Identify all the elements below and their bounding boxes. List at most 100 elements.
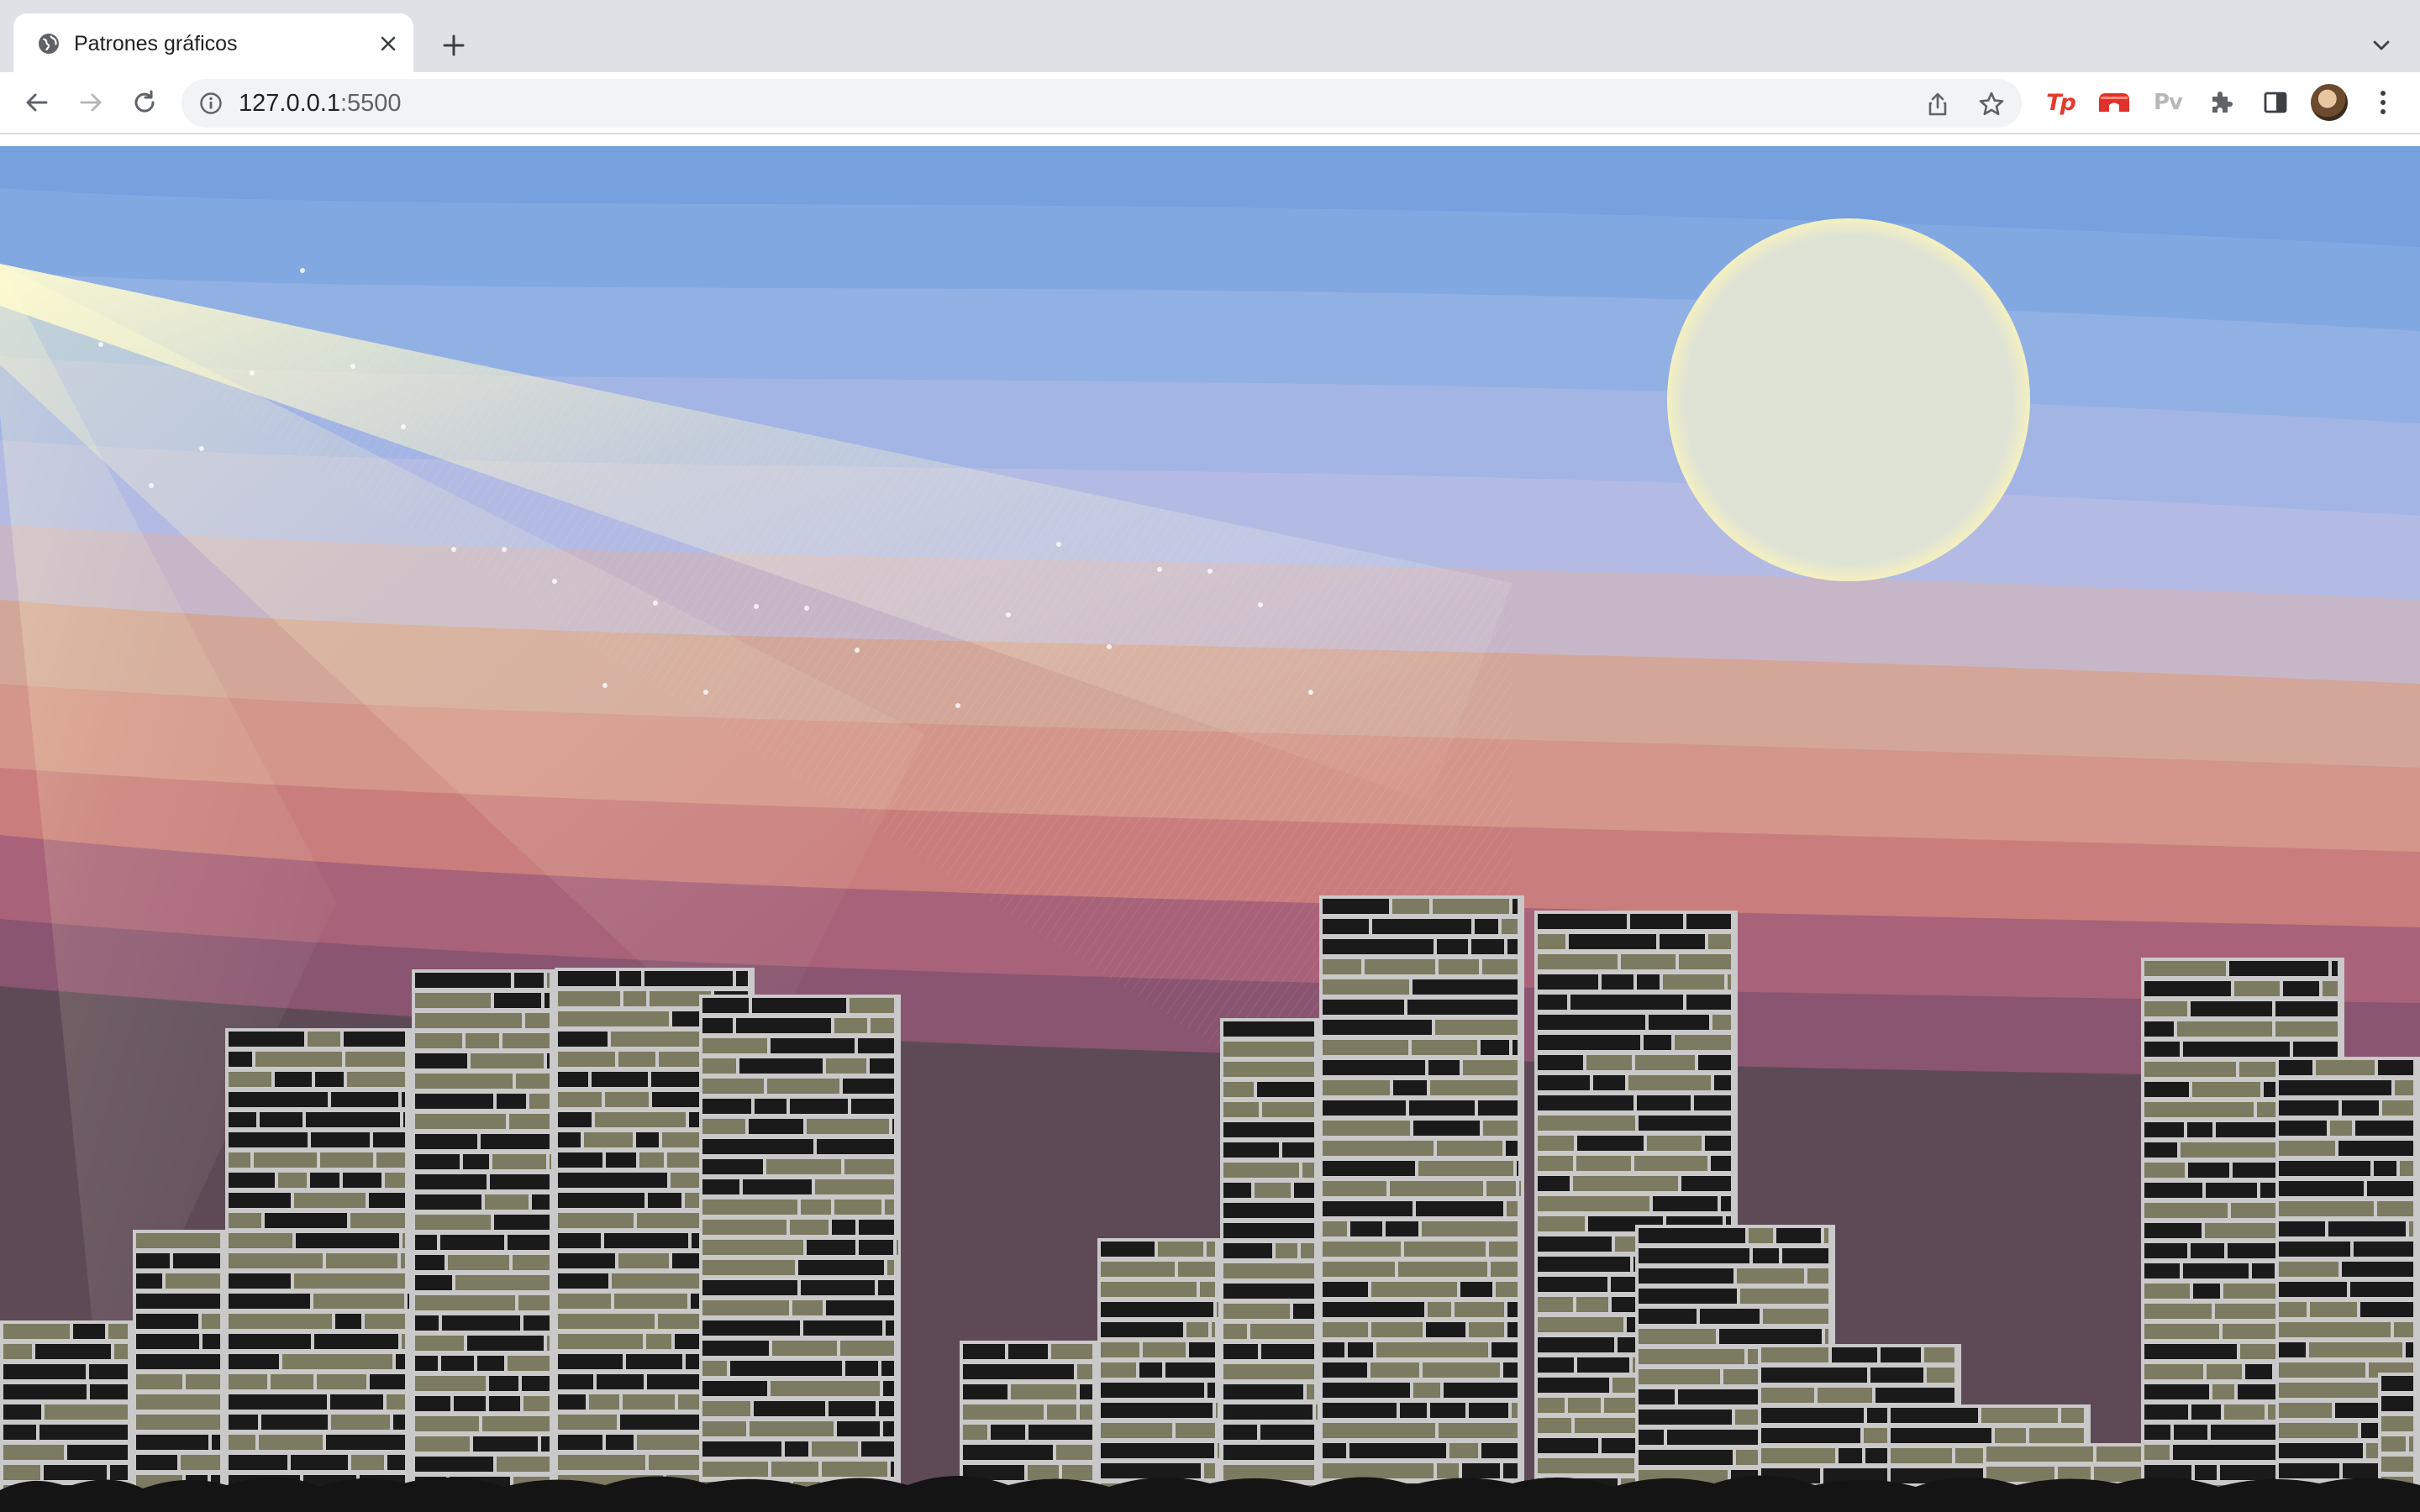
building-window xyxy=(2279,1141,2335,1156)
building-window xyxy=(1782,1248,1828,1263)
building-window xyxy=(1437,1141,1502,1156)
building-window xyxy=(1740,1289,1828,1304)
building-window xyxy=(891,1462,894,1477)
building-window xyxy=(1538,1095,1634,1110)
building-window xyxy=(597,1374,644,1389)
building-window xyxy=(2310,1302,2357,1317)
building-window xyxy=(259,1435,323,1450)
building-window xyxy=(482,1416,550,1431)
extension-tp-icon[interactable]: Tp xyxy=(2042,84,2079,121)
url-text[interactable]: 127.0.0.1:5500 xyxy=(239,90,402,117)
building-window xyxy=(963,1445,1053,1460)
building-window xyxy=(1028,1465,1059,1480)
building-window xyxy=(792,1300,823,1315)
tab-active[interactable]: Patrones gráficos xyxy=(13,13,413,72)
building-window xyxy=(1223,1102,1259,1117)
building-window xyxy=(1218,1443,1219,1458)
new-tab-button[interactable] xyxy=(437,29,471,62)
building-window xyxy=(229,1173,275,1188)
building-window xyxy=(1207,1242,1215,1257)
building-window xyxy=(1667,1430,1759,1445)
building-window xyxy=(1178,1262,1215,1277)
building-window xyxy=(1639,1289,1737,1304)
profile-avatar[interactable] xyxy=(2311,84,2348,121)
building-window xyxy=(317,1374,366,1389)
building-window xyxy=(1370,1362,1419,1378)
building-window xyxy=(879,1401,894,1416)
globe-icon xyxy=(35,30,62,57)
building-window xyxy=(2381,1457,2413,1472)
building-window xyxy=(173,1253,220,1268)
building-window xyxy=(1323,1463,1434,1478)
building-window xyxy=(752,998,846,1013)
building-window xyxy=(648,1193,681,1208)
city-scene-canvas xyxy=(0,146,2420,1512)
building-window xyxy=(1316,1404,1318,1420)
side-panel-icon[interactable] xyxy=(2257,84,2294,121)
building-window xyxy=(2381,1396,2413,1411)
menu-kebab-icon[interactable] xyxy=(2365,84,2402,121)
building-window xyxy=(313,1294,404,1309)
building-window xyxy=(1176,1423,1215,1438)
building-window xyxy=(2382,1100,2413,1116)
building-window xyxy=(612,1273,710,1289)
building-window xyxy=(308,1032,340,1047)
building-window xyxy=(1705,1136,1731,1151)
building-window xyxy=(558,1314,655,1329)
info-icon[interactable] xyxy=(197,89,225,118)
tab-search-button[interactable] xyxy=(2365,29,2398,62)
building-window xyxy=(1761,1368,1867,1383)
building-window xyxy=(2144,1223,2202,1238)
building-window xyxy=(3,1344,32,1359)
extensions-puzzle-icon[interactable] xyxy=(2203,84,2240,121)
building-window xyxy=(963,1344,1005,1359)
building-window xyxy=(1407,1000,1518,1015)
building-window xyxy=(2378,1060,2413,1075)
building-window xyxy=(2192,1082,2260,1097)
extension-pv-icon[interactable]: Pv xyxy=(2149,84,2186,121)
building-window xyxy=(401,1253,405,1268)
building-window xyxy=(44,1465,107,1480)
building-window xyxy=(702,1361,727,1376)
building-window xyxy=(136,1354,220,1369)
building-window xyxy=(822,1462,887,1477)
building-window xyxy=(1435,1020,1518,1035)
building-window xyxy=(415,1174,487,1189)
building-window xyxy=(843,1079,894,1094)
building-window xyxy=(497,1457,550,1472)
building-window xyxy=(2181,1142,2276,1158)
bookmark-star-icon[interactable] xyxy=(1975,87,2008,121)
building-window xyxy=(1323,939,1434,954)
building-window xyxy=(347,1072,405,1087)
building-window xyxy=(558,1052,615,1067)
share-icon[interactable] xyxy=(1921,87,1954,121)
building-window xyxy=(2144,1082,2189,1097)
building-window xyxy=(402,1092,405,1107)
building-window xyxy=(1008,1344,1048,1359)
close-icon[interactable] xyxy=(375,30,402,57)
building-window xyxy=(2332,961,2338,976)
building-window xyxy=(229,1334,311,1349)
building-window xyxy=(1538,974,1598,990)
building-window xyxy=(494,993,541,1008)
building-window xyxy=(1711,1156,1731,1171)
address-bar[interactable]: 127.0.0.1:5500 xyxy=(182,79,2022,128)
building-window xyxy=(1512,1403,1518,1418)
building-window xyxy=(1538,1257,1630,1272)
building-window xyxy=(1824,1228,1828,1243)
building-window xyxy=(448,1255,509,1270)
building-window xyxy=(1825,1329,1828,1344)
building-window xyxy=(1538,1317,1623,1332)
building-window xyxy=(2234,981,2280,996)
building-window xyxy=(1538,1156,1573,1171)
building-window xyxy=(212,1435,220,1450)
reload-button[interactable] xyxy=(126,84,163,121)
building-window xyxy=(2279,1242,2350,1257)
building-window xyxy=(291,1455,348,1470)
back-button[interactable] xyxy=(18,84,55,121)
building-window xyxy=(646,1334,671,1349)
extension-red-icon[interactable] xyxy=(2096,84,2133,121)
building-window xyxy=(2354,1242,2413,1257)
forward-button[interactable] xyxy=(72,84,109,121)
building-window xyxy=(2144,1243,2187,1258)
